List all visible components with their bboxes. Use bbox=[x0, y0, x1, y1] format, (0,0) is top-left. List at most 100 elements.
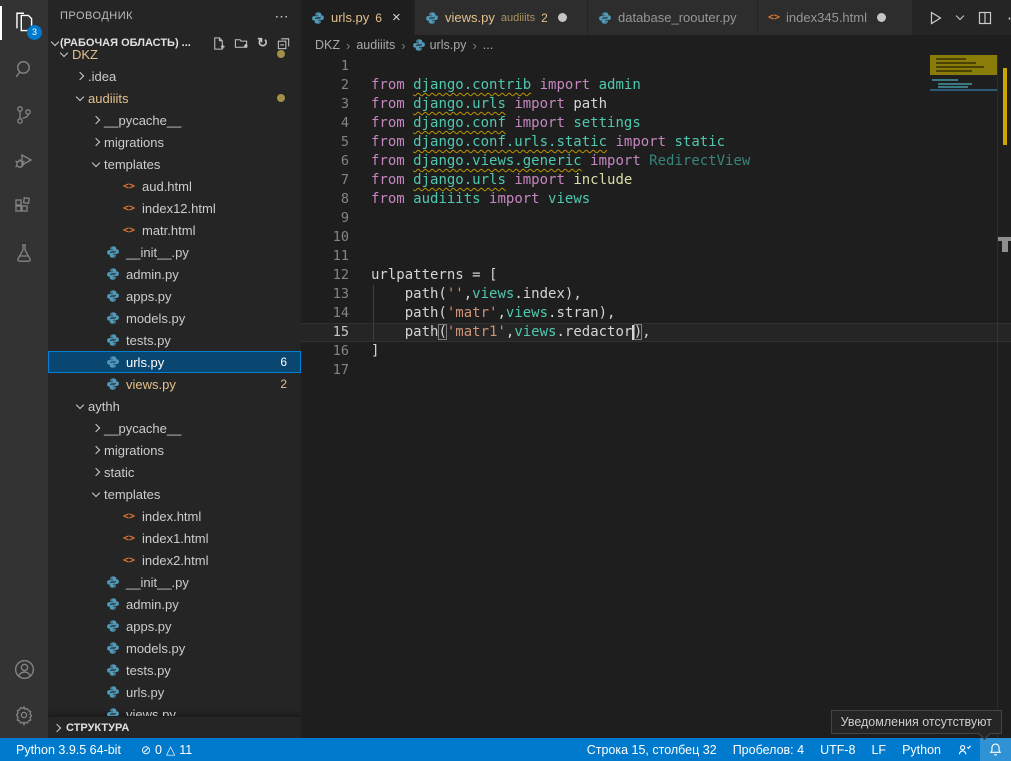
tree-item-views-py[interactable]: views.py2 bbox=[48, 373, 301, 395]
line-content: from django.conf import settings bbox=[349, 114, 641, 133]
tree-item-apps-py[interactable]: apps.py bbox=[48, 285, 301, 307]
breadcrumb-item[interactable]: DKZ bbox=[315, 38, 340, 52]
language-mode[interactable]: Python bbox=[894, 738, 949, 761]
minimap[interactable] bbox=[930, 55, 997, 738]
code-line-17[interactable]: 17 bbox=[301, 361, 1011, 380]
chevron-down-icon bbox=[88, 493, 104, 496]
dirty-dot[interactable] bbox=[558, 13, 567, 22]
breadcrumb-separator: › bbox=[470, 38, 478, 53]
code-line-5[interactable]: 5from django.conf.urls.static import sta… bbox=[301, 133, 1011, 152]
code-line-4[interactable]: 4from django.conf import settings bbox=[301, 114, 1011, 133]
tree-item-apps-py[interactable]: apps.py bbox=[48, 615, 301, 637]
line-number: 2 bbox=[301, 76, 349, 95]
extensions-icon[interactable] bbox=[0, 184, 48, 230]
code-line-16[interactable]: 16] bbox=[301, 342, 1011, 361]
code-line-7[interactable]: 7from django.urls import include bbox=[301, 171, 1011, 190]
vscode-window: 3 ПРОВОДНИК ⋯ (РАБОЧАЯ ОБЛАСТЬ) ... ↻ bbox=[0, 0, 1011, 738]
testing-icon[interactable] bbox=[0, 230, 48, 276]
code-line-1[interactable]: 1 bbox=[301, 57, 1011, 76]
code-line-12[interactable]: 12urlpatterns = [ bbox=[301, 266, 1011, 285]
split-editor-icon[interactable] bbox=[977, 10, 993, 26]
tree-item-models-py[interactable]: models.py bbox=[48, 307, 301, 329]
encoding[interactable]: UTF-8 bbox=[812, 738, 863, 761]
code-line-8[interactable]: 8from audiiits import views bbox=[301, 190, 1011, 209]
tree-item-matr-html[interactable]: <>matr.html bbox=[48, 219, 301, 241]
code-line-6[interactable]: 6from django.views.generic import Redire… bbox=[301, 152, 1011, 171]
tree-item-tests-py[interactable]: tests.py bbox=[48, 659, 301, 681]
tree-item-aud-html[interactable]: <>aud.html bbox=[48, 175, 301, 197]
tree-item-migrations[interactable]: migrations bbox=[48, 131, 301, 153]
breadcrumb-label: urls.py bbox=[430, 38, 467, 52]
tree-item-templates[interactable]: templates bbox=[48, 153, 301, 175]
line-number: 1 bbox=[301, 57, 349, 76]
code-line-2[interactable]: 2from django.contrib import admin bbox=[301, 76, 1011, 95]
search-icon[interactable] bbox=[0, 46, 48, 92]
code-line-9[interactable]: 9 bbox=[301, 209, 1011, 228]
tree-item-dkz[interactable]: DKZ bbox=[48, 43, 301, 65]
line-number: 13 bbox=[301, 285, 349, 304]
chevron-right-icon bbox=[72, 73, 88, 79]
tab-database-roouter-py[interactable]: database_roouter.py bbox=[588, 0, 758, 35]
run-dropdown-icon[interactable] bbox=[957, 16, 963, 19]
tree-item-admin-py[interactable]: admin.py bbox=[48, 593, 301, 615]
run-debug-icon[interactable] bbox=[0, 138, 48, 184]
code-line-11[interactable]: 11 bbox=[301, 247, 1011, 266]
more-actions-icon[interactable]: ⋯ bbox=[1007, 9, 1011, 27]
code-line-15[interactable]: 15 path('matr1',views.redactor), bbox=[301, 323, 1011, 342]
settings-icon[interactable] bbox=[0, 692, 48, 738]
tab-views-py[interactable]: views.pyaudiiits2 bbox=[415, 0, 588, 35]
tree-item-migrations[interactable]: migrations bbox=[48, 439, 301, 461]
tree-item-templates[interactable]: templates bbox=[48, 483, 301, 505]
python-interpreter[interactable]: Python 3.9.5 64-bit bbox=[8, 738, 129, 761]
tree-item-audiiits[interactable]: audiiits bbox=[48, 87, 301, 109]
modified-dot bbox=[277, 50, 285, 58]
python-file-icon bbox=[104, 311, 122, 325]
tree-item-models-py[interactable]: models.py bbox=[48, 637, 301, 659]
outline-section-header[interactable]: СТРУКТУРА bbox=[48, 716, 301, 738]
tree-item--pycache-[interactable]: __pycache__ bbox=[48, 417, 301, 439]
code-editor[interactable]: 12from django.contrib import admin3from … bbox=[301, 55, 1011, 738]
tree-item-views-py[interactable]: views.py bbox=[48, 703, 301, 716]
tab-index345-html[interactable]: <>index345.html bbox=[758, 0, 913, 35]
tree-item--idea[interactable]: .idea bbox=[48, 65, 301, 87]
code-line-10[interactable]: 10 bbox=[301, 228, 1011, 247]
code-line-14[interactable]: 14 path('matr',views.stran), bbox=[301, 304, 1011, 323]
tree-item-index1-html[interactable]: <>index1.html bbox=[48, 527, 301, 549]
tree-item-index2-html[interactable]: <>index2.html bbox=[48, 549, 301, 571]
tree-item-admin-py[interactable]: admin.py bbox=[48, 263, 301, 285]
eol[interactable]: LF bbox=[863, 738, 894, 761]
explorer-icon[interactable]: 3 bbox=[0, 0, 48, 46]
source-control-icon[interactable] bbox=[0, 92, 48, 138]
account-icon[interactable] bbox=[0, 646, 48, 692]
overview-ruler[interactable] bbox=[997, 55, 1011, 738]
notifications-bell-icon[interactable] bbox=[980, 738, 1011, 761]
cursor-position[interactable]: Строка 15, столбец 32 bbox=[579, 738, 725, 761]
close-icon[interactable]: × bbox=[392, 10, 401, 25]
problems-status[interactable]: ⊘ 0 △ 11 bbox=[133, 738, 200, 761]
tree-item-index-html[interactable]: <>index.html bbox=[48, 505, 301, 527]
dirty-dot[interactable] bbox=[877, 13, 886, 22]
breadcrumb-item[interactable]: audiiits bbox=[356, 38, 395, 52]
tree-item--init-py[interactable]: __init__.py bbox=[48, 571, 301, 593]
line-content: path('matr1',views.redactor), bbox=[349, 324, 651, 341]
tree-item-urls-py[interactable]: urls.py bbox=[48, 681, 301, 703]
feedback-icon[interactable] bbox=[949, 738, 980, 761]
line-number: 16 bbox=[301, 342, 349, 361]
tree-item-tests-py[interactable]: tests.py bbox=[48, 329, 301, 351]
code-line-3[interactable]: 3from django.urls import path bbox=[301, 95, 1011, 114]
breadcrumb-item[interactable]: ... bbox=[483, 38, 493, 52]
tree-item-static[interactable]: static bbox=[48, 461, 301, 483]
tree-item-urls-py[interactable]: urls.py6 bbox=[48, 351, 301, 373]
tab-urls-py[interactable]: urls.py6× bbox=[301, 0, 415, 35]
code-line-13[interactable]: 13 path('',views.index), bbox=[301, 285, 1011, 304]
tree-item--init-py[interactable]: __init__.py bbox=[48, 241, 301, 263]
run-button[interactable] bbox=[927, 10, 943, 26]
html-file-icon: <> bbox=[120, 511, 138, 522]
breadcrumb-item[interactable]: urls.py bbox=[412, 38, 467, 52]
tree-item-index12-html[interactable]: <>index12.html bbox=[48, 197, 301, 219]
minimap-selection-line bbox=[930, 89, 997, 91]
tree-item--pycache-[interactable]: __pycache__ bbox=[48, 109, 301, 131]
indentation[interactable]: Пробелов: 4 bbox=[725, 738, 812, 761]
sidebar-more-icon[interactable]: ⋯ bbox=[275, 8, 290, 25]
tree-item-aythh[interactable]: aythh bbox=[48, 395, 301, 417]
